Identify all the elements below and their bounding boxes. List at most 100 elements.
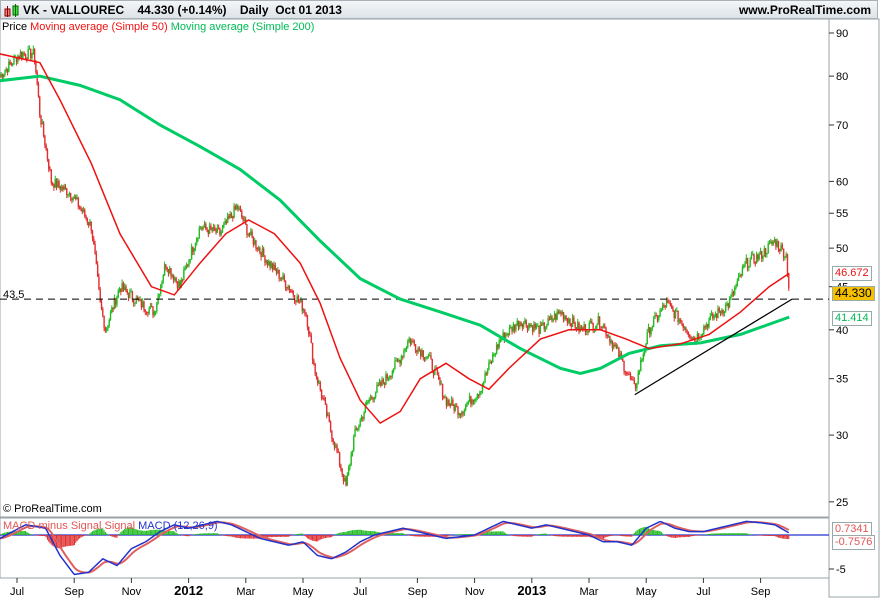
candle [340, 464, 342, 470]
candle [631, 378, 633, 380]
candle [368, 399, 370, 402]
candle [401, 356, 404, 358]
candle [770, 241, 772, 244]
candle [728, 299, 731, 308]
price-legend: Price Moving average (Simple 50) Moving … [2, 21, 314, 33]
candle [398, 359, 400, 361]
candle [117, 290, 119, 297]
candle [495, 344, 498, 354]
candle [761, 251, 763, 259]
candle [69, 193, 72, 198]
candle [730, 296, 732, 300]
candle [225, 221, 228, 224]
candle [593, 328, 596, 330]
candle [762, 256, 764, 259]
candle [280, 278, 283, 280]
candle [654, 315, 656, 319]
candle [138, 299, 140, 301]
candle [595, 326, 597, 329]
candle [542, 322, 544, 326]
candle [705, 324, 708, 328]
candle [60, 186, 63, 190]
candle [216, 227, 219, 233]
candle [126, 290, 128, 294]
candle [76, 197, 78, 200]
candle [89, 221, 91, 226]
candle [98, 276, 100, 290]
candle [27, 49, 29, 59]
candle [602, 325, 605, 327]
candle [167, 269, 170, 273]
candle [723, 311, 726, 314]
candle [399, 359, 401, 364]
candle [749, 259, 751, 267]
candle [373, 397, 376, 400]
candle [35, 61, 37, 72]
candle [688, 334, 691, 337]
candle [42, 122, 45, 136]
legend-ma50: Moving average (Simple 50) [30, 21, 168, 33]
candle [430, 355, 432, 360]
candle [140, 299, 143, 308]
candle [327, 415, 329, 417]
candle [609, 335, 611, 343]
candle [474, 399, 476, 402]
candle [229, 213, 231, 219]
candle [418, 348, 421, 350]
candle [750, 255, 753, 260]
candle [219, 229, 221, 235]
candle [383, 382, 386, 385]
candle [17, 56, 19, 63]
candle [109, 312, 112, 320]
candle [421, 350, 423, 356]
candle [578, 322, 580, 332]
candle [112, 308, 114, 310]
candle [526, 325, 529, 330]
candle [265, 260, 267, 263]
candle [113, 297, 116, 310]
ma50-line [0, 53, 790, 425]
candle [161, 281, 163, 286]
candle [64, 186, 67, 189]
candle [499, 339, 502, 341]
candle [779, 249, 781, 252]
candle [611, 340, 614, 349]
candle [465, 405, 467, 410]
candle [614, 344, 616, 346]
candle [153, 312, 155, 316]
candle [387, 377, 390, 379]
ma50-value-tag: 46.672 [832, 266, 872, 281]
x-tick-label: Jul [353, 586, 367, 598]
candle [252, 236, 255, 245]
candle [600, 326, 602, 328]
candle [274, 264, 276, 270]
candle [674, 311, 677, 319]
site-link[interactable]: www.ProRealTime.com [739, 1, 871, 19]
candle [571, 317, 574, 328]
candle [497, 344, 499, 348]
candle [68, 193, 71, 195]
candle [638, 370, 641, 373]
candle [132, 299, 135, 304]
candle [144, 309, 146, 312]
candle [360, 416, 363, 421]
candle [305, 313, 307, 315]
candle [336, 445, 338, 452]
candle [306, 314, 309, 327]
candle [72, 197, 74, 200]
level-label: 43.5 [3, 289, 25, 301]
candle [534, 323, 536, 329]
candle [525, 320, 527, 326]
y-tick-label: 35 [836, 374, 848, 386]
candle [73, 196, 76, 198]
candle [238, 208, 240, 210]
candle [737, 276, 740, 281]
candle [308, 326, 310, 334]
candle [628, 374, 630, 376]
candle [645, 344, 647, 350]
candle [560, 311, 562, 315]
candle [256, 247, 258, 250]
candle [211, 228, 213, 232]
price-chart[interactable]: 9080706055504540353025-5JulSepNov2012Mar… [0, 0, 880, 600]
candle [24, 54, 27, 58]
